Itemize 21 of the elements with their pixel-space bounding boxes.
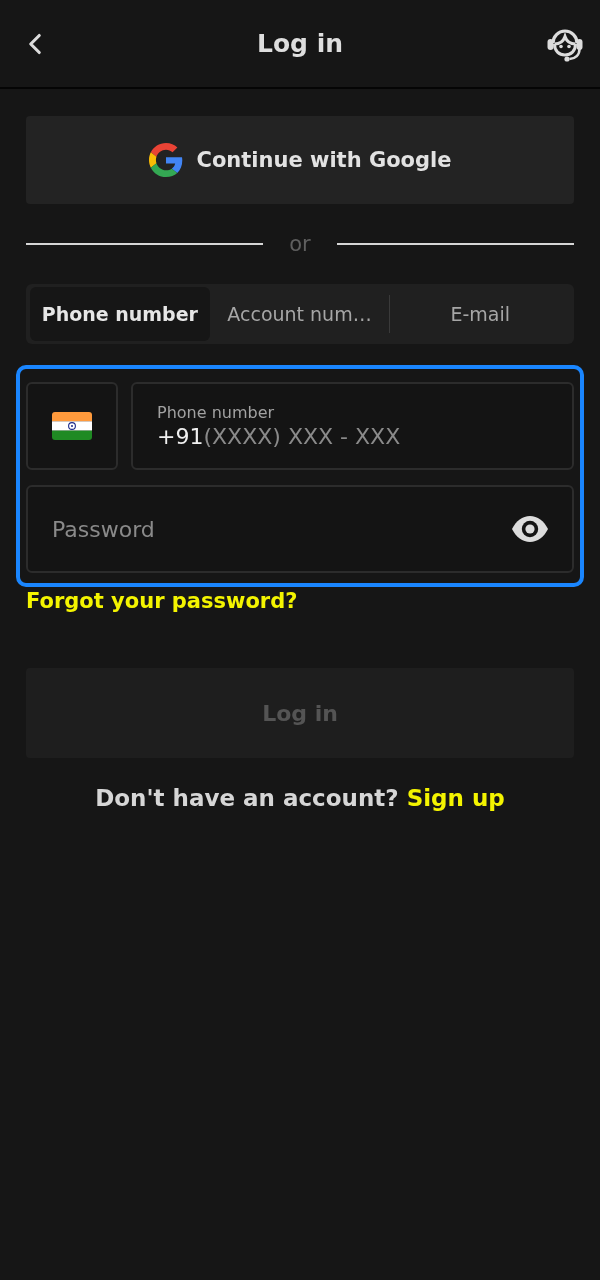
- country-selector[interactable]: [26, 382, 118, 470]
- phone-number-input[interactable]: (XXXX) XXX - XXX: [203, 424, 548, 449]
- signup-prompt: Don't have an account? Sign up: [95, 785, 505, 811]
- country-code: +91: [157, 424, 204, 449]
- forgot-password-link[interactable]: Forgot your password?: [26, 589, 298, 613]
- google-g-icon: [148, 143, 183, 177]
- login-method-tab[interactable]: Account num…: [209, 287, 390, 341]
- google-button-label: Continue with Google: [196, 148, 452, 172]
- password-input[interactable]: Password: [52, 516, 512, 542]
- sign-up-link[interactable]: Sign up: [406, 785, 505, 811]
- flag-icon: [52, 412, 92, 440]
- password-field[interactable]: Password: [26, 485, 574, 573]
- eye-icon: [512, 516, 548, 542]
- login-method-tab[interactable]: Phone number: [30, 287, 210, 341]
- or-divider-label: or: [288, 232, 312, 256]
- phone-field-label: Phone number: [157, 403, 276, 422]
- page-title: Log in: [256, 29, 344, 58]
- google-sign-in-button[interactable]: Continue with Google: [26, 116, 574, 204]
- login-method-tab[interactable]: E-mail: [390, 287, 570, 341]
- phone-number-field[interactable]: Phone number +91(XXXX) XXX - XXX: [131, 382, 574, 470]
- show-password-button[interactable]: [512, 516, 548, 542]
